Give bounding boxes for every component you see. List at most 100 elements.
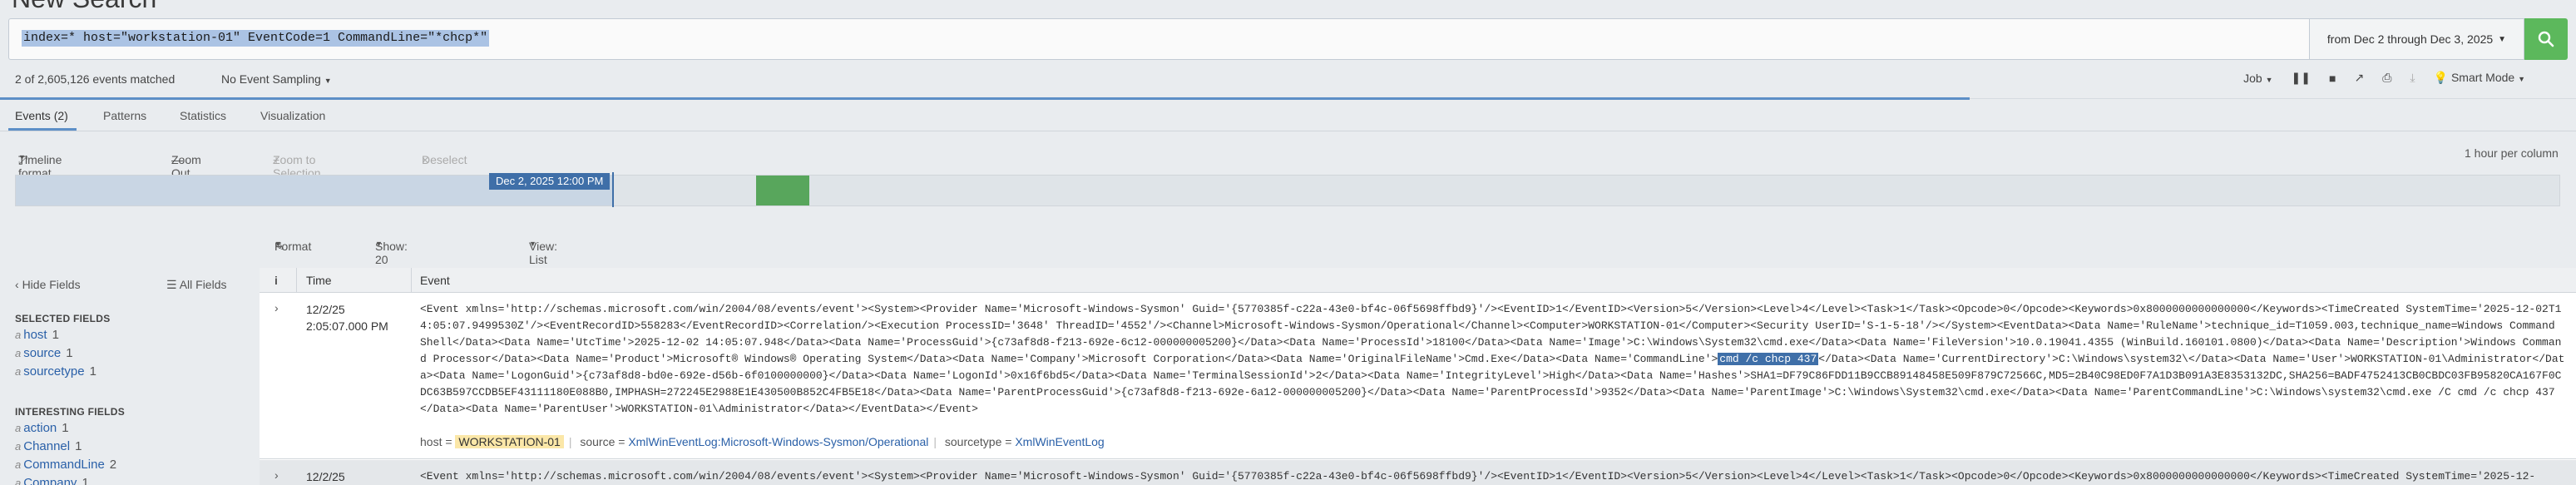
tab-events[interactable]: Events (2) xyxy=(15,109,68,122)
job-status-row: 2 of 2,605,126 events matched No Event S… xyxy=(15,71,2569,89)
field-name: host xyxy=(23,328,47,342)
hide-fields-label: Hide Fields xyxy=(22,278,81,291)
event-sampling-dropdown[interactable]: No Event Sampling ▼ xyxy=(221,72,332,86)
fields-sidebar: ‹ Hide Fields ☰ All Fields SELECTED FIEL… xyxy=(0,268,260,485)
page-header: New Search xyxy=(0,0,2576,15)
search-query-text: index=* host="workstation-01" EventCode=… xyxy=(22,30,490,47)
field-action[interactable]: a action 1 xyxy=(15,421,69,435)
field-host[interactable]: a host 1 xyxy=(15,328,59,342)
hide-fields-button[interactable]: ‹ Hide Fields xyxy=(15,278,81,291)
field-count: 2 xyxy=(109,458,117,472)
events-table: i Time Event › 12/2/25 2:05:07.000 PM <E… xyxy=(260,268,2576,485)
caret-down-icon: ▼ xyxy=(18,153,26,161)
meta-separator: | xyxy=(933,435,937,448)
time-range-label: from Dec 2 through Dec 3, 2025 xyxy=(2326,32,2494,46)
timeline-selection-edge[interactable] xyxy=(612,172,614,207)
caret-down-icon: ▼ xyxy=(375,240,383,248)
tab-patterns[interactable]: Patterns xyxy=(103,109,146,122)
search-page: New Search index=* host="workstation-01"… xyxy=(0,0,2576,485)
pause-icon: ❚❚ xyxy=(2291,71,2311,84)
field-count: 1 xyxy=(82,476,89,485)
stop-button[interactable]: ■ xyxy=(2329,72,2336,85)
field-sourcetype[interactable]: a sourcetype 1 xyxy=(15,364,96,379)
field-type: a xyxy=(15,440,22,453)
field-type: a xyxy=(15,329,22,341)
event-raw[interactable]: <Event xmlns='http://schemas.microsoft.c… xyxy=(420,301,2566,418)
print-button[interactable]: ⎙ xyxy=(2382,71,2391,85)
timeline-scale: 1 hour per column xyxy=(2465,146,2559,160)
job-controls: Job ▼ ❚❚ ■ ↗ ⎙ ⤓ 💡 Smart Mode ▼ xyxy=(2243,71,2525,85)
interesting-fields-title: INTERESTING FIELDS xyxy=(15,406,126,418)
field-name: action xyxy=(23,421,57,435)
column-info: i xyxy=(274,274,278,287)
field-company[interactable]: a Company 1 xyxy=(15,476,89,485)
results-tabs: Events (2) Patterns Statistics Visualiza… xyxy=(0,101,2576,131)
field-channel[interactable]: a Channel 1 xyxy=(15,439,82,453)
field-count: 1 xyxy=(62,421,69,435)
caret-down-icon: ▼ xyxy=(2518,75,2525,83)
job-menu[interactable]: Job ▼ xyxy=(2243,72,2272,85)
table-row: › 12/2/25 2:05:07.000 PM <Event xmlns='h… xyxy=(260,293,2576,459)
field-count: 1 xyxy=(89,364,96,379)
active-tab-indicator xyxy=(8,128,77,131)
meta-sourcetype-value[interactable]: XmlWinEventLog xyxy=(1015,435,1104,448)
timeline-selected-label: Dec 2, 2025 12:00 PM xyxy=(489,173,611,190)
search-input[interactable]: index=* host="workstation-01" EventCode=… xyxy=(8,18,2310,60)
event-time: 2:05:07.000 PM xyxy=(306,319,388,333)
share-button[interactable]: ↗ xyxy=(2354,71,2364,85)
column-time[interactable]: Time xyxy=(306,274,332,287)
job-menu-label: Job xyxy=(2243,71,2262,85)
stop-icon: ■ xyxy=(2329,71,2336,85)
all-fields-label: All Fields xyxy=(179,278,227,291)
event-date: 12/2/25 xyxy=(306,303,345,316)
column-divider xyxy=(411,268,412,293)
share-icon: ↗ xyxy=(2354,71,2365,84)
event-raw-highlight: cmd /c chcp 437 xyxy=(1718,353,1819,365)
meta-sourcetype-key: sourcetype = xyxy=(944,435,1012,448)
print-icon: ⎙ xyxy=(2382,71,2392,84)
search-button[interactable] xyxy=(2524,18,2568,60)
tab-statistics[interactable]: Statistics xyxy=(180,109,226,122)
page-title: New Search xyxy=(12,0,156,12)
event-meta: host = WORKSTATION-01 | source = XmlWinEv… xyxy=(420,435,1105,448)
timeline-event-bar[interactable] xyxy=(756,176,809,205)
search-progress-bar xyxy=(0,97,1970,100)
chevron-right-icon[interactable]: › xyxy=(274,468,279,482)
caret-down-icon: ▼ xyxy=(324,77,332,85)
search-progress-track xyxy=(1970,98,2576,99)
table-header: i Time Event xyxy=(260,268,2576,293)
field-type: a xyxy=(15,477,22,485)
field-source[interactable]: a source 1 xyxy=(15,346,73,360)
field-count: 1 xyxy=(75,439,82,453)
list-icon: ☰ xyxy=(166,278,177,291)
pause-button[interactable]: ❚❚ xyxy=(2292,71,2311,85)
search-icon xyxy=(2538,31,2554,47)
export-button[interactable]: ⤓ xyxy=(2410,71,2415,85)
field-commandline[interactable]: a CommandLine 2 xyxy=(15,458,116,472)
all-fields-button[interactable]: ☰ All Fields xyxy=(166,278,226,292)
caret-down-icon: ▼ xyxy=(529,240,536,248)
meta-source-value[interactable]: XmlWinEventLog:Microsoft-Windows-Sysmon/… xyxy=(628,435,928,448)
search-bar: index=* host="workstation-01" EventCode=… xyxy=(8,18,2568,60)
event-date: 12/2/25 xyxy=(306,470,345,483)
field-name: sourcetype xyxy=(23,364,85,379)
export-icon: ⤓ xyxy=(2410,71,2415,84)
chevron-right-icon[interactable]: › xyxy=(274,301,279,314)
caret-down-icon: ▼ xyxy=(274,240,282,248)
field-type: a xyxy=(15,365,22,378)
field-count: 1 xyxy=(66,346,73,360)
tab-visualization[interactable]: Visualization xyxy=(260,109,325,122)
event-raw[interactable]: <Event xmlns='http://schemas.microsoft.c… xyxy=(420,468,2566,485)
timeline-chart[interactable] xyxy=(15,172,2560,207)
field-name: Company xyxy=(23,476,77,485)
field-name: Channel xyxy=(23,439,71,453)
timeline-toolbar: ⤢ Timeline format ▼ — Zoom Out + Zoom to… xyxy=(0,140,2576,180)
search-mode-label: Smart Mode xyxy=(2450,71,2515,84)
search-mode-dropdown[interactable]: 💡 Smart Mode ▼ xyxy=(2434,71,2525,85)
field-type: a xyxy=(15,458,22,471)
meta-host-value[interactable]: WORKSTATION-01 xyxy=(455,435,564,448)
column-divider xyxy=(296,268,297,293)
time-range-picker[interactable]: from Dec 2 through Dec 3, 2025 ▼ xyxy=(2310,18,2524,60)
field-count: 1 xyxy=(52,328,59,342)
event-count: 2 of 2,605,126 events matched xyxy=(15,72,176,86)
